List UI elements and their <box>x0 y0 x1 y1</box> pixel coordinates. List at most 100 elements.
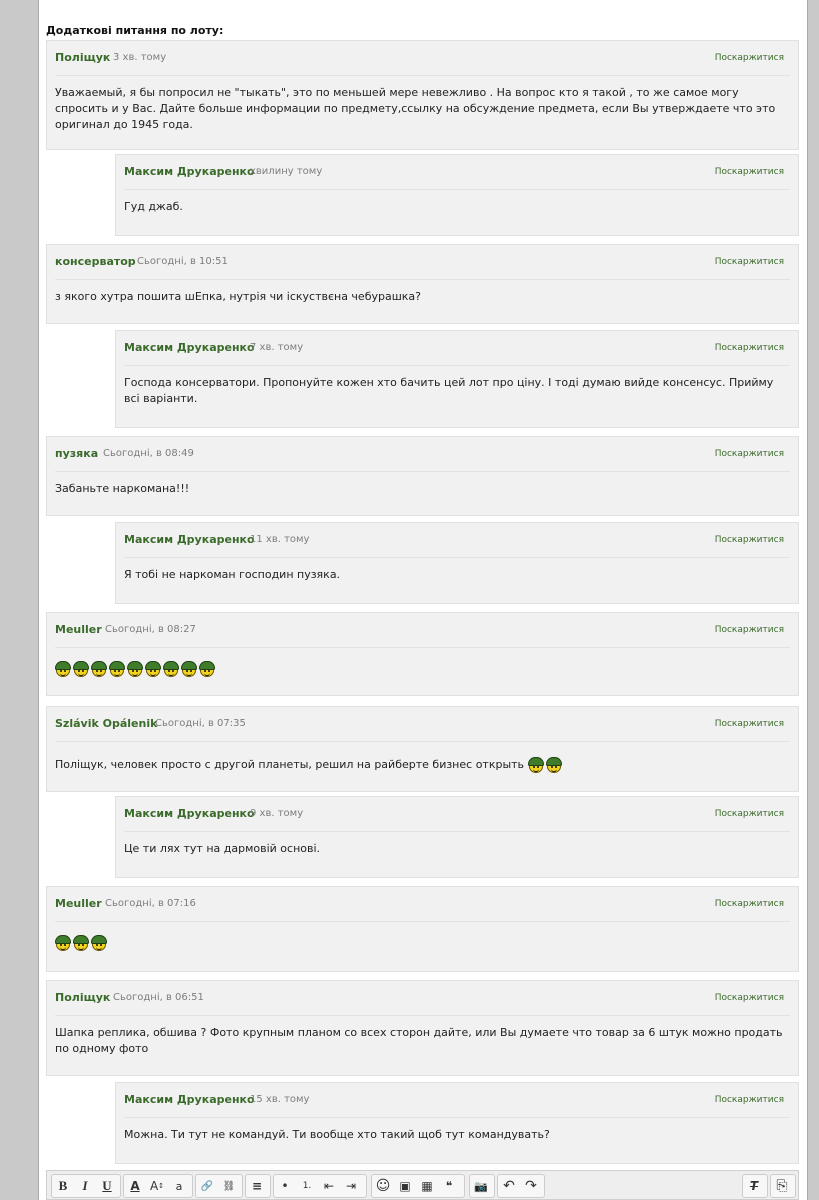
report-link[interactable]: Поскаржитися <box>715 343 784 353</box>
clear-format-icon[interactable]: T <box>743 1175 765 1197</box>
comment-author[interactable]: пузяка <box>55 447 98 460</box>
report-link[interactable]: Поскаржитися <box>715 1095 784 1105</box>
soldier-smiley-icon <box>181 661 197 677</box>
comment-date: Сьогодні, в 07:35 <box>155 718 246 729</box>
comment-header: Максим Друкаренко хвилину тому Поскаржит… <box>124 155 790 190</box>
comment-author[interactable]: Максим Друкаренко <box>124 533 255 546</box>
comment-author[interactable]: Максим Друкаренко <box>124 807 255 820</box>
font-family-button[interactable]: a <box>168 1175 190 1197</box>
align-left-icon[interactable]: ≡ <box>246 1175 268 1197</box>
comment-header: Максим Друкаренко 9 хв. тому Поскаржитис… <box>124 797 790 832</box>
comment-date: 7 хв. тому <box>250 342 304 353</box>
reply-comment: Максим Друкаренко 9 хв. тому Поскаржитис… <box>115 796 799 878</box>
comment: пузяка Сьогодні, в 08:49 Поскаржитися За… <box>46 436 799 516</box>
report-link[interactable]: Поскаржитися <box>715 449 784 459</box>
comment-header: Szlávik Opálenik Сьогодні, в 07:35 Поска… <box>55 707 790 742</box>
comment-header: Максим Друкаренко 11 хв. тому Поскаржити… <box>124 523 790 558</box>
comment-text: Шапка реплика, обшива ? Фото крупным пла… <box>55 1026 783 1055</box>
comment-author[interactable]: Максим Друкаренко <box>124 165 255 178</box>
font-group: A A ↕ a <box>123 1174 193 1198</box>
soldier-smiley-icon <box>55 935 71 951</box>
camera-icon[interactable]: 📷 <box>470 1175 492 1197</box>
comment-author[interactable]: Поліщук <box>55 991 110 1004</box>
comment-date: Сьогодні, в 08:49 <box>103 448 194 459</box>
soldier-smiley-icon <box>91 661 107 677</box>
comment-author[interactable]: Максим Друкаренко <box>124 341 255 354</box>
report-link[interactable]: Поскаржитися <box>715 53 784 63</box>
soldier-smiley-icon <box>199 661 215 677</box>
underline-button[interactable]: U <box>96 1175 118 1197</box>
comment-date: 3 хв. тому <box>113 52 167 63</box>
smiley-row <box>55 935 109 951</box>
section-title: Додаткові питання по лоту: <box>46 24 224 37</box>
insert-group: ☺ ▣ ▦ ❝ <box>371 1174 465 1198</box>
comment-author[interactable]: консерватор <box>55 255 136 268</box>
comment-author[interactable]: Максим Друкаренко <box>124 1093 255 1106</box>
comment-body <box>55 661 788 677</box>
comment-header: консерватор Сьогодні, в 10:51 Поскаржити… <box>55 245 790 280</box>
soldier-smiley-icon <box>527 757 544 773</box>
comment-author[interactable]: Meuller <box>55 623 102 636</box>
report-link[interactable]: Поскаржитися <box>715 809 784 819</box>
italic-button[interactable]: I <box>74 1175 96 1197</box>
comment-header: пузяка Сьогодні, в 08:49 Поскаржитися <box>55 437 790 472</box>
reply-comment: Максим Друкаренко 15 хв. тому Поскаржити… <box>115 1082 799 1164</box>
comment-text: Гуд джаб. <box>124 200 183 213</box>
soldier-smiley-icon <box>73 935 89 951</box>
comment-text: Можна. Ти тут не командуй. Ти вообще хто… <box>124 1128 550 1141</box>
soldier-smiley-icon <box>163 661 179 677</box>
media-icon[interactable]: ▦ <box>416 1175 438 1197</box>
soldier-smiley-icon <box>127 661 143 677</box>
comment-text: Уважаемый, я бы попросил не "тыкать", эт… <box>55 86 776 131</box>
soldier-smiley-icon <box>55 661 71 677</box>
bullet-list-icon[interactable]: • <box>274 1175 296 1197</box>
comment: Szlávik Opálenik Сьогодні, в 07:35 Поска… <box>46 706 799 792</box>
report-link[interactable]: Поскаржитися <box>715 257 784 267</box>
report-link[interactable]: Поскаржитися <box>715 535 784 545</box>
outdent-icon[interactable]: ⇤ <box>318 1175 340 1197</box>
comment-text: Поліщук, человек просто с другой планеты… <box>55 758 525 771</box>
comment-header: Meuller Сьогодні, в 08:27 Поскаржитися <box>55 613 790 648</box>
redo-icon[interactable]: ↷ <box>520 1175 542 1197</box>
font-size-button[interactable]: A ↕ <box>146 1175 168 1197</box>
reply-comment: Максим Друкаренко хвилину тому Поскаржит… <box>115 154 799 236</box>
comment-author[interactable]: Meuller <box>55 897 102 910</box>
report-link[interactable]: Поскаржитися <box>715 625 784 635</box>
comment: консерватор Сьогодні, в 10:51 Поскаржити… <box>46 244 799 324</box>
comment-date: 15 хв. тому <box>250 1094 310 1105</box>
comment: Поліщук Сьогодні, в 06:51 Поскаржитися Ш… <box>46 980 799 1076</box>
comment: Поліщук 3 хв. тому Поскаржитися Уважаемы… <box>46 40 799 150</box>
bold-button[interactable]: B <box>52 1175 74 1197</box>
comment-author[interactable]: Szlávik Opálenik <box>55 717 157 730</box>
report-link[interactable]: Поскаржитися <box>715 719 784 729</box>
report-link[interactable]: Поскаржитися <box>715 899 784 909</box>
comment-date: 11 хв. тому <box>250 534 310 545</box>
comment-body <box>55 935 788 951</box>
report-link[interactable]: Поскаржитися <box>715 167 784 177</box>
editor-toolbar: B I U A A ↕ a 🔗 ⛓ ≡ • 1. ⇤ ⇥ ☺ ▣ ▦ ❝ 📷 ↶ … <box>46 1170 799 1200</box>
reply-comment: Максим Друкаренко 11 хв. тому Поскаржити… <box>115 522 799 604</box>
comment-date: Сьогодні, в 10:51 <box>137 256 228 267</box>
quote-icon[interactable]: ❝ <box>438 1175 460 1197</box>
comment-header: Максим Друкаренко 15 хв. тому Поскаржити… <box>124 1083 790 1118</box>
soldier-smiley-icon <box>91 935 107 951</box>
comment-author[interactable]: Поліщук <box>55 51 110 64</box>
comment-text: Забаньте наркомана!!! <box>55 482 190 495</box>
comment-header: Meuller Сьогодні, в 07:16 Поскаржитися <box>55 887 790 922</box>
report-link[interactable]: Поскаржитися <box>715 993 784 1003</box>
preview-icon[interactable]: ⎘ <box>771 1175 793 1197</box>
link-icon[interactable]: 🔗 <box>196 1175 218 1197</box>
comment-date: хвилину тому <box>250 166 323 177</box>
undo-icon[interactable]: ↶ <box>498 1175 520 1197</box>
indent-icon[interactable]: ⇥ <box>340 1175 362 1197</box>
camera-group: 📷 <box>469 1174 495 1198</box>
smiley-icon[interactable]: ☺ <box>372 1175 394 1197</box>
unlink-icon[interactable]: ⛓ <box>218 1175 240 1197</box>
numbered-list-icon[interactable]: 1. <box>296 1175 318 1197</box>
font-color-button[interactable]: A <box>124 1175 146 1197</box>
image-icon[interactable]: ▣ <box>394 1175 416 1197</box>
comment-date: Сьогодні, в 08:27 <box>105 624 196 635</box>
font-size-icon: A <box>149 1179 159 1193</box>
font-size-arrows-icon: ↕ <box>158 1182 165 1190</box>
smiley-row <box>527 757 564 773</box>
